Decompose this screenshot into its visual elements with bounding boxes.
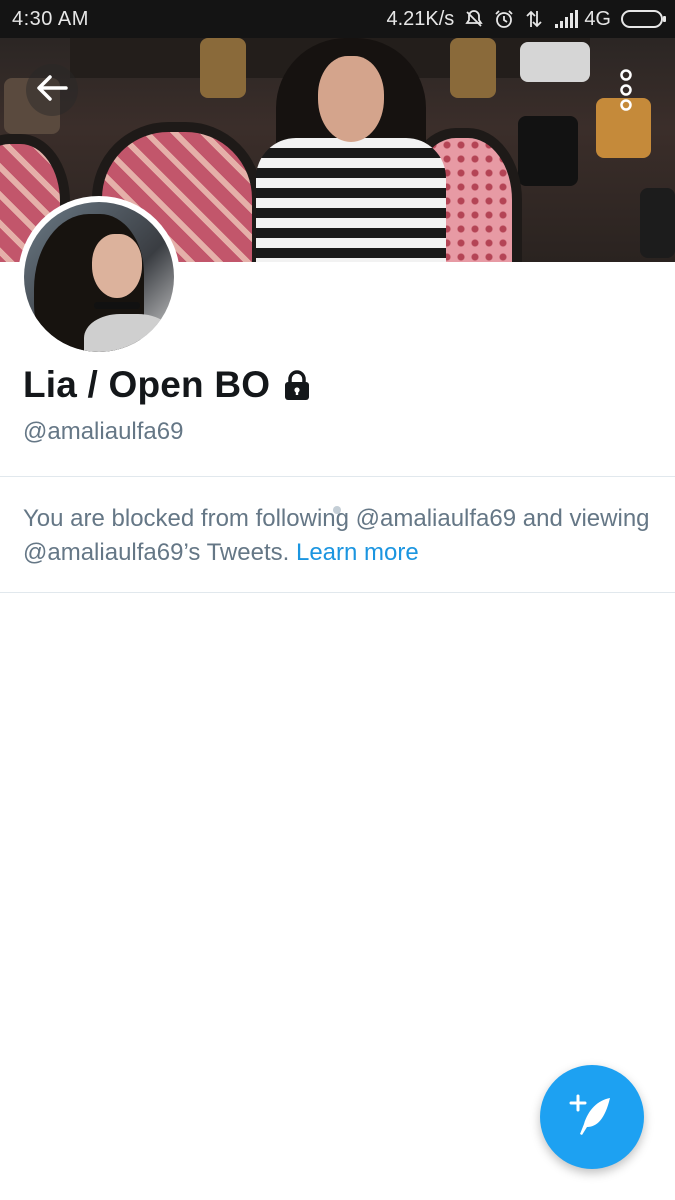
profile-handle: @amaliaulfa69 bbox=[23, 418, 184, 445]
loading-indicator bbox=[333, 506, 341, 514]
divider bbox=[0, 592, 675, 593]
status-time: 4:30 AM bbox=[12, 7, 89, 30]
header-person bbox=[256, 38, 446, 262]
alarm-icon bbox=[494, 9, 514, 29]
display-name: Lia / Open BO bbox=[23, 364, 271, 405]
silent-icon bbox=[464, 9, 484, 29]
signal-icon bbox=[554, 9, 579, 29]
arrow-left-icon bbox=[36, 74, 68, 107]
lock-icon bbox=[282, 369, 312, 401]
network-type: 4G bbox=[584, 7, 611, 30]
back-button[interactable] bbox=[26, 64, 78, 116]
display-name-row: Lia / Open BO bbox=[23, 362, 312, 408]
compose-tweet-button[interactable] bbox=[540, 1065, 644, 1169]
status-bar: 4:30 AM 4.21K/s 4G bbox=[0, 0, 675, 38]
avatar[interactable] bbox=[18, 196, 180, 358]
battery-icon bbox=[621, 10, 666, 28]
avatar-photo bbox=[24, 202, 174, 352]
data-transfer-icon bbox=[524, 9, 544, 29]
network-speed: 4.21K/s bbox=[386, 7, 455, 30]
learn-more-link[interactable]: Learn more bbox=[296, 539, 419, 566]
status-indicators: 4.21K/s 4G bbox=[386, 7, 666, 31]
more-options-button[interactable] bbox=[604, 64, 648, 120]
more-vertical-icon bbox=[618, 68, 634, 116]
divider bbox=[0, 476, 675, 477]
compose-tweet-icon bbox=[568, 1092, 616, 1143]
